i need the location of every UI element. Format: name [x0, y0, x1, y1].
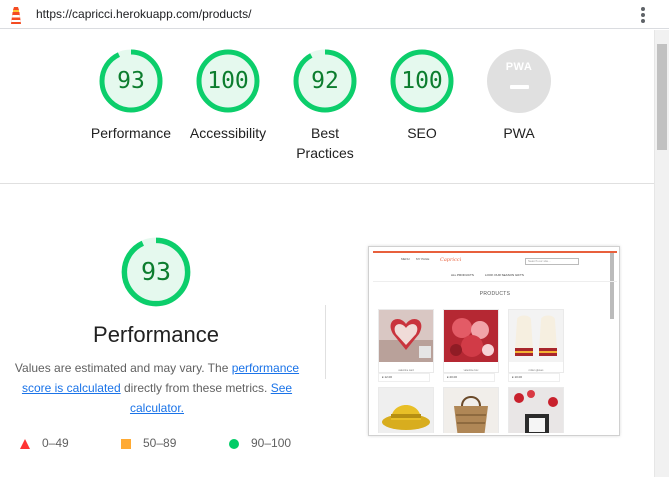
screenshot-product-card: mitten gloves [508, 309, 564, 373]
pwa-badge-icon: PWA [487, 49, 551, 113]
desc-text: directly from these metrics. [120, 381, 271, 395]
performance-score-gauge: 93 [120, 236, 192, 308]
score-value: 92 [311, 68, 339, 94]
screenshot-product-card [508, 387, 564, 433]
legend-range: 90–100 [251, 436, 292, 450]
screenshot-menu-icon: MENU [401, 257, 410, 261]
screenshot-menu-item: LOOK OUR SEASON GIFTS [485, 273, 524, 277]
score-gauge: 92 [292, 48, 358, 114]
url-bar: https://capricci.herokuapp.com/products/ [0, 0, 669, 29]
gauge-accessibility[interactable]: 100 Accessibility [178, 48, 278, 143]
gauge-label: SEO [407, 125, 437, 141]
gauge-pwa[interactable]: PWA PWA [469, 48, 569, 143]
score-summary: 93 Performance 100 Accessibility 92 Best… [0, 30, 654, 184]
product-image [444, 388, 498, 433]
product-image [379, 310, 433, 362]
screenshot-logo: Capricci [440, 257, 462, 263]
screenshot-product-card: valentine card [378, 309, 434, 373]
screenshot-product-card [378, 387, 434, 433]
pwa-dash-icon [510, 85, 529, 89]
product-caption: mitten gloves [528, 369, 544, 372]
page-url[interactable]: https://capricci.herokuapp.com/products/ [36, 7, 251, 21]
performance-description: Values are estimated and may vary. The p… [12, 358, 302, 418]
product-price: £ 10.00 [508, 373, 560, 382]
score-value: 100 [207, 68, 249, 94]
product-image [444, 310, 498, 362]
score-value: 93 [117, 68, 145, 94]
screenshot-heading: PRODUCTS [479, 291, 511, 297]
pwa-badge-text: PWA [505, 61, 533, 73]
screenshot-top-stripe [373, 251, 617, 253]
screenshot-search-box: Search our site... [525, 258, 579, 265]
gauge-label: Best Practices [296, 125, 354, 161]
product-image [379, 388, 433, 433]
screenshot-divider [373, 281, 617, 282]
desc-text: Values are estimated and may vary. The [14, 361, 232, 375]
product-caption: valentine card [398, 369, 414, 372]
product-image [509, 388, 563, 433]
gauge-best-practices[interactable]: 92 Best Practices [275, 48, 375, 163]
section-divider [325, 305, 326, 379]
scrollbar-thumb[interactable] [657, 44, 667, 150]
legend-range: 50–89 [143, 436, 177, 450]
legend-fail: 0–49 [20, 436, 69, 450]
lighthouse-icon [11, 7, 21, 24]
screenshot-product-card [443, 387, 499, 433]
gauge-label: Accessibility [189, 125, 267, 141]
gauge-label: PWA [503, 125, 535, 141]
legend-average: 50–89 [121, 436, 176, 450]
pass-circle-icon [229, 438, 239, 449]
more-options-icon[interactable] [636, 6, 650, 24]
score-gauge: 100 [389, 48, 455, 114]
product-price: £ 12.00 [378, 373, 430, 382]
performance-title: Performance [93, 322, 219, 347]
product-caption: valentine box [463, 369, 479, 372]
final-screenshot[interactable]: MENU MY PAGE Capricci Search our site...… [368, 246, 620, 436]
scrollbar[interactable] [654, 30, 669, 477]
legend-pass: 90–100 [229, 436, 291, 450]
performance-score-value: 93 [140, 257, 172, 286]
screenshot-scrollbar [610, 253, 614, 319]
screenshot-product-card: valentine box [443, 309, 499, 373]
fail-triangle-icon [20, 438, 30, 449]
score-gauge: 100 [195, 48, 261, 114]
product-image [509, 310, 563, 362]
screenshot-page: MENU MY PAGE Capricci Search our site...… [373, 251, 617, 433]
screenshot-menu-item: ALL PRODUCTS [451, 273, 474, 277]
legend-range: 0–49 [42, 436, 69, 450]
screenshot-account-icon: MY PAGE [416, 257, 430, 261]
gauge-seo[interactable]: 100 SEO [372, 48, 472, 143]
product-price: £ 20.00 [443, 373, 495, 382]
score-gauge: 93 [98, 48, 164, 114]
gauge-performance[interactable]: 93 Performance [81, 48, 181, 143]
average-square-icon [121, 438, 131, 449]
score-value: 100 [401, 68, 443, 94]
gauge-label: Performance [90, 125, 172, 141]
